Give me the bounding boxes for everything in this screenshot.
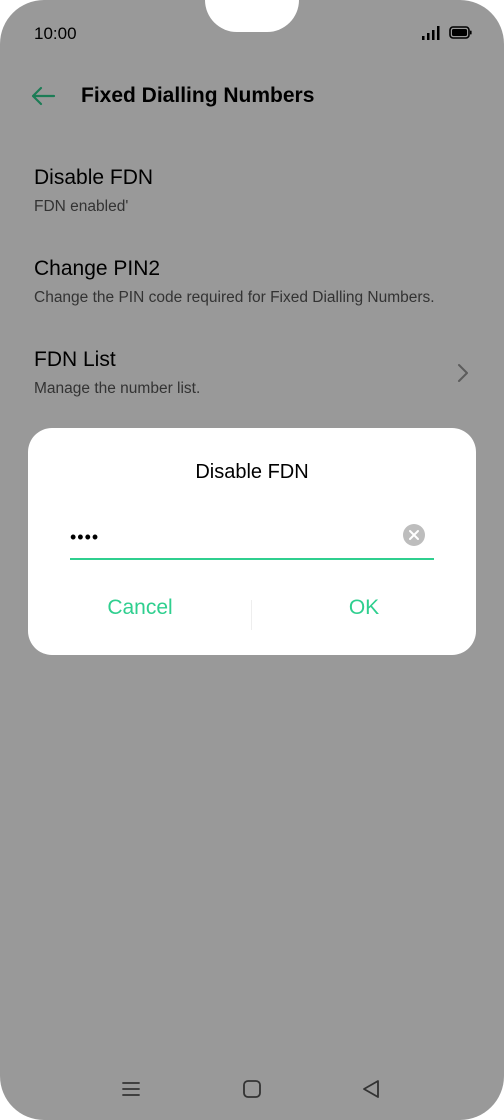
clear-icon[interactable] <box>403 524 425 546</box>
ok-button[interactable]: OK <box>252 596 476 620</box>
pin2-input[interactable] <box>70 520 390 554</box>
signal-icon <box>422 26 440 40</box>
phone-screen: 10:00 Fixed Dialling Numbers Disable FDN… <box>0 0 504 1120</box>
status-time: 10:00 <box>34 24 77 43</box>
battery-icon <box>449 26 472 39</box>
disable-fdn-dialog: Disable FDN Cancel OK <box>28 428 476 655</box>
pin2-field <box>70 520 434 560</box>
dialog-title: Disable FDN <box>195 461 309 483</box>
cancel-button[interactable]: Cancel <box>28 596 252 620</box>
